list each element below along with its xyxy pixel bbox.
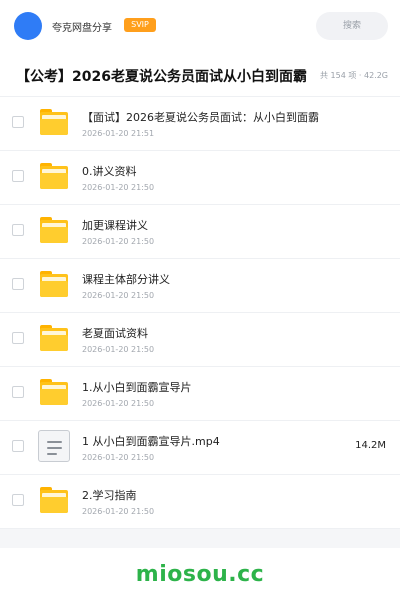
item-name: 老夏面试资料 — [82, 327, 148, 340]
item-date: 2026-01-20 21:51 — [82, 129, 155, 138]
app-header: 夸克网盘分享 SVIP 搜索 — [0, 0, 400, 53]
item-name: 【面试】2026老夏说公务员面试：从小白到面霸 — [82, 111, 319, 124]
item-name: 课程主体部分讲义 — [82, 273, 170, 286]
folder-icon — [40, 271, 68, 297]
item-name: 2.学习指南 — [82, 489, 137, 502]
search-input[interactable]: 搜索 — [316, 12, 388, 40]
list-item[interactable]: 加更课程讲义 2026-01-20 21:50 — [0, 205, 400, 259]
folder-icon — [40, 379, 68, 405]
item-date: 2026-01-20 21:50 — [82, 345, 155, 354]
folder-icon — [40, 163, 68, 189]
item-name: 加更课程讲义 — [82, 219, 148, 232]
checkbox[interactable] — [12, 332, 24, 344]
item-date: 2026-01-20 21:50 — [82, 399, 155, 408]
checkbox[interactable] — [12, 224, 24, 236]
avatar[interactable] — [14, 12, 42, 40]
item-date: 2026-01-20 21:50 — [82, 291, 155, 300]
share-title-bar: 【公考】2026老夏说公务员面试从小白到面霸 共 154 项 · 42.2G — [0, 52, 400, 97]
share-summary: 共 154 项 · 42.2G — [320, 71, 388, 80]
item-size: 14.2M — [355, 440, 386, 451]
list-item[interactable]: 1 从小白到面霸宣导片.mp4 2026-01-20 21:50 14.2M — [0, 421, 400, 475]
item-date: 2026-01-20 21:50 — [82, 507, 155, 516]
checkbox[interactable] — [12, 386, 24, 398]
checkbox[interactable] — [12, 170, 24, 182]
checkbox[interactable] — [12, 440, 24, 452]
page-title: 【公考】2026老夏说公务员面试从小白到面霸 — [16, 69, 307, 85]
item-name: 1.从小白到面霸宣导片 — [82, 381, 192, 394]
list-item[interactable]: 课程主体部分讲义 2026-01-20 21:50 — [0, 259, 400, 313]
item-date: 2026-01-20 21:50 — [82, 453, 155, 462]
folder-icon — [40, 217, 68, 243]
folder-icon — [40, 325, 68, 351]
item-date: 2026-01-20 21:50 — [82, 183, 155, 192]
item-name: 1 从小白到面霸宣导片.mp4 — [82, 435, 220, 448]
list-item[interactable]: 老夏面试资料 2026-01-20 21:50 — [0, 313, 400, 367]
list-item[interactable]: 【面试】2026老夏说公务员面试：从小白到面霸 2026-01-20 21:51 — [0, 97, 400, 151]
folder-icon — [40, 109, 68, 135]
checkbox[interactable] — [12, 278, 24, 290]
checkbox[interactable] — [12, 116, 24, 128]
list-item[interactable]: 2.学习指南 2026-01-20 21:50 — [0, 475, 400, 529]
item-name: 0.讲义资料 — [82, 165, 137, 178]
watermark: miosou.cc — [135, 562, 265, 587]
app-name: 夸克网盘分享 — [52, 23, 112, 34]
item-date: 2026-01-20 21:50 — [82, 237, 155, 246]
file-list: 【面试】2026老夏说公务员面试：从小白到面霸 2026-01-20 21:51… — [0, 97, 400, 529]
list-item[interactable]: 0.讲义资料 2026-01-20 21:50 — [0, 151, 400, 205]
checkbox[interactable] — [12, 494, 24, 506]
folder-icon — [40, 487, 68, 513]
document-icon — [38, 430, 70, 462]
svip-badge: SVIP — [124, 18, 156, 32]
list-item[interactable]: 1.从小白到面霸宣导片 2026-01-20 21:50 — [0, 367, 400, 421]
